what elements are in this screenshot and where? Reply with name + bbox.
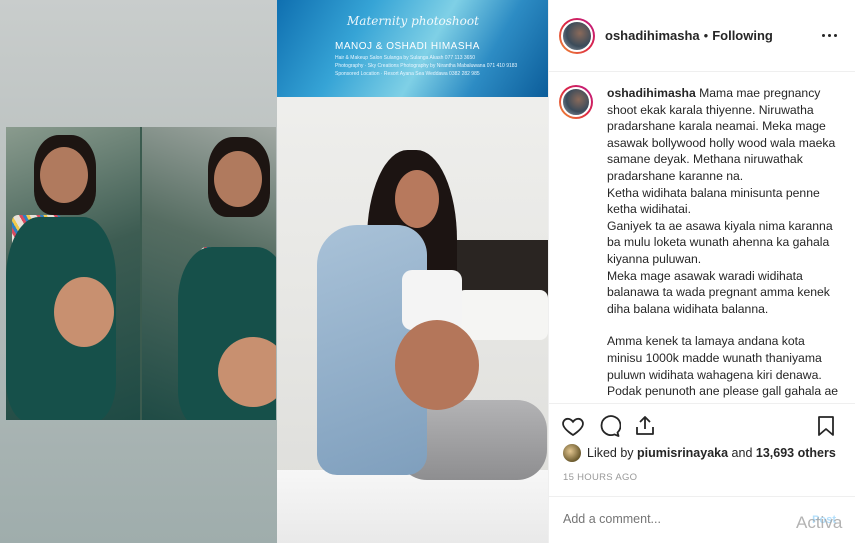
banner-script-text: Maternity photoshoot [347,14,479,28]
header-username[interactable]: oshadihimasha [605,28,700,43]
caption-paragraph: Ganiyek ta ae asawa kiyala nima karanna … [607,218,833,266]
banner-credit-line: Hair & Makeup Salon Sulanga by Sulanga A… [335,55,476,61]
liked-by-and: and [731,446,753,460]
figure-face [395,170,439,228]
post-image[interactable]: Maternity photoshoot MANOJ & OSHADI HIMA… [0,0,548,543]
more-options-icon[interactable] [822,26,838,44]
banner-title: MANOJ & OSHADI HIMASHA [335,41,480,52]
caption-paragraph: Mama mae pregnancy shoot ekak karala thi… [607,86,836,183]
collage-panel [0,0,277,543]
banner-credit-line: Sponsored Location · Resort Ayana Sea We… [335,71,480,77]
comment-bubble-icon[interactable] [597,414,621,438]
following-button[interactable]: Following [712,28,773,43]
caption-text: oshadihimasha Mama mae pregnancy shoot e… [607,85,839,403]
caption-avatar[interactable] [559,85,593,119]
photoshoot-banner: Maternity photoshoot MANOJ & OSHADI HIMA… [277,0,548,97]
liked-by-prefix: Liked by [587,446,634,460]
likes-summary: Liked by piumisrinayaka and 13,693 other… [563,444,836,462]
banner-credit-line: Photography · Sky Creations Photography … [335,63,518,69]
liker-avatar[interactable] [563,444,581,462]
add-comment-input[interactable] [563,512,783,526]
share-icon[interactable] [633,414,657,438]
header-separator: • [703,28,709,43]
photoshoot-photo: Maternity photoshoot MANOJ & OSHADI HIMA… [277,0,548,543]
post-details-panel: oshadihimasha • Following oshadihimasha … [548,0,855,543]
post-header: oshadihimasha • Following [549,0,855,72]
caption-paragraph: Meka mage asawak waradi widihata balanaw… [607,268,830,316]
caption-username[interactable]: oshadihimasha [607,86,696,100]
pillow [457,290,548,340]
collage-photo-right [142,127,276,420]
save-bookmark-icon[interactable] [814,414,838,438]
collage-photo-left [6,127,140,420]
profile-avatar[interactable] [559,17,595,54]
bed-sheet [277,470,548,543]
like-heart-icon[interactable] [561,414,585,438]
liked-by-user[interactable]: piumisrinayaka [637,446,728,460]
likes-others-link[interactable]: 13,693 others [756,446,836,460]
activation-watermark: Activa [796,513,843,532]
caption-paragraph: Ketha widihata balana minisunta penne ke… [607,185,820,217]
comparison-collage [6,127,276,420]
figure-belly [395,320,479,410]
post-timestamp[interactable]: 15 HOURS AGO [563,472,637,483]
caption-section: oshadihimasha Mama mae pregnancy shoot e… [549,73,855,403]
action-bar [549,403,855,445]
caption-paragraph: Amma kenek ta lamaya andana kota minisu … [607,334,839,403]
